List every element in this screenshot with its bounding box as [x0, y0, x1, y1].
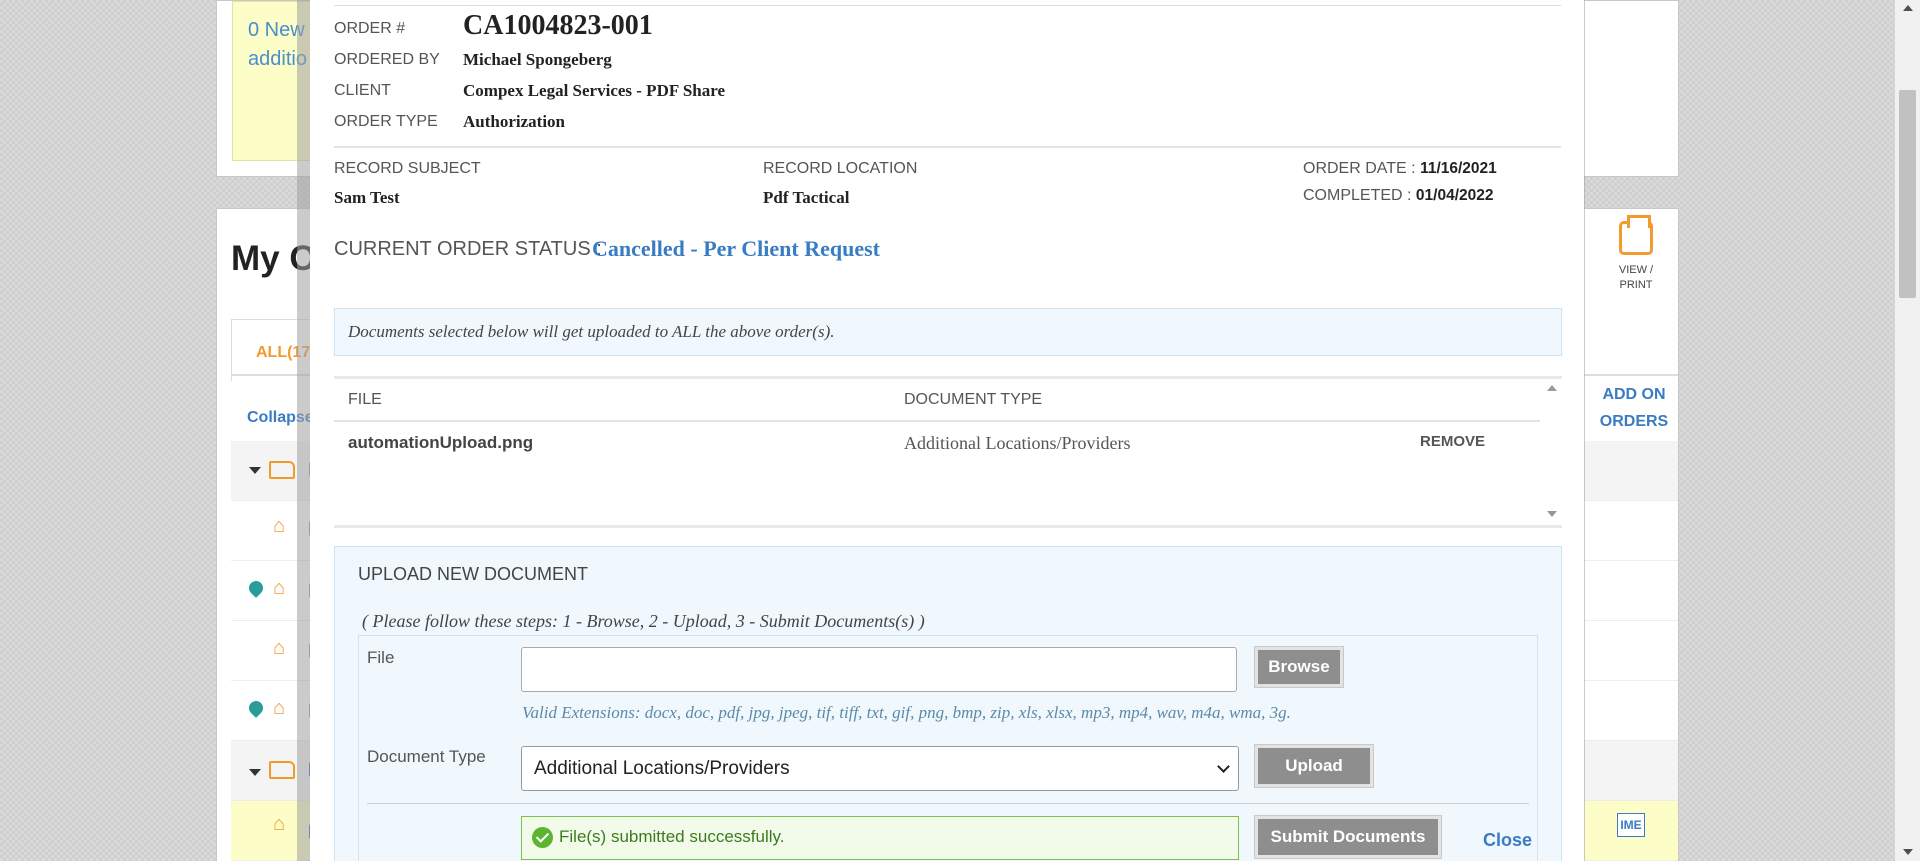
printer-icon — [1619, 215, 1653, 255]
scroll-down-icon[interactable] — [1903, 849, 1913, 855]
house-icon: ⌂ — [273, 697, 286, 719]
completed-label: COMPLETED — [1303, 187, 1403, 204]
view-print-label: VIEW / PRINT — [1613, 263, 1659, 293]
success-message: File(s) submitted successfully. — [521, 816, 1239, 860]
form-divider — [367, 803, 1529, 804]
order-date-row: ORDER DATE : 11/16/2021 — [1303, 160, 1497, 178]
client-value: Compex Legal Services - PDF Share — [463, 81, 726, 100]
submit-documents-button[interactable]: Submit Documents — [1254, 815, 1442, 859]
add-on-orders-link[interactable]: ADD ON ORDERS — [1589, 381, 1679, 435]
date-colon: : — [1407, 187, 1416, 204]
document-type-selected: Additional Locations/Providers — [534, 758, 790, 779]
record-location-value: Pdf Tactical — [763, 188, 850, 207]
ime-badge[interactable]: IME — [1617, 813, 1645, 837]
upload-steps-hint: ( Please follow these steps: 1 - Browse,… — [362, 611, 925, 631]
house-icon: ⌂ — [273, 637, 286, 659]
completed-date-row: COMPLETED : 01/04/2022 — [1303, 187, 1494, 205]
order-date-value: 11/16/2021 — [1420, 160, 1497, 177]
date-colon: : — [1411, 160, 1421, 177]
view-print-label-2: PRINT — [1619, 279, 1653, 291]
order-detail-modal: ORDER # CA1004823-001 ORDERED BY Michael… — [310, 0, 1584, 861]
chevron-down-icon — [1217, 760, 1230, 773]
upload-button[interactable]: Upload — [1254, 744, 1374, 788]
column-header-file: FILE — [348, 391, 382, 408]
current-order-status-label: CURRENT ORDER STATUS : — [334, 238, 602, 260]
ordered-by-value: Michael Spongeberg — [463, 50, 612, 69]
add-on-label-2: ORDERS — [1599, 413, 1669, 430]
order-date-label: ORDER DATE — [1303, 160, 1407, 177]
expand-arrow-icon[interactable] — [249, 769, 261, 776]
order-number-label: ORDER # — [334, 20, 406, 37]
house-icon: ⌂ — [273, 577, 286, 599]
scroll-down-icon[interactable] — [1547, 511, 1557, 517]
success-message-text: File(s) submitted successfully. — [559, 827, 785, 846]
order-type-value: Authorization — [463, 112, 565, 131]
scroll-up-icon[interactable] — [1903, 5, 1913, 11]
document-type-select[interactable]: Additional Locations/Providers — [521, 746, 1239, 791]
documents-table-header: FILE DOCUMENT TYPE — [334, 379, 1540, 422]
house-icon: ⌂ — [273, 813, 286, 835]
completed-date-value: 01/04/2022 — [1415, 187, 1494, 204]
current-order-status-value: Cancelled - Per Client Request — [592, 236, 880, 261]
record-location-label: RECORD LOCATION — [763, 160, 918, 177]
file-name-cell: automationUpload.png — [348, 433, 534, 452]
upload-info-message: Documents selected below will get upload… — [334, 308, 1562, 356]
ordered-by-label: ORDERED BY — [334, 51, 440, 68]
house-icon: ⌂ — [273, 515, 286, 537]
upload-form: File Browse Valid Extensions: docx, doc,… — [358, 635, 1538, 861]
map-pin-icon — [246, 698, 266, 718]
expand-arrow-icon[interactable] — [249, 467, 261, 474]
view-print-label-1: VIEW / — [1618, 264, 1654, 276]
documents-table: FILE DOCUMENT TYPE automationUpload.png … — [334, 376, 1562, 528]
modal-top-divider — [334, 5, 1561, 6]
order-number-value: CA1004823-001 — [463, 10, 653, 41]
remove-button[interactable]: REMOVE — [1420, 433, 1485, 450]
upload-panel-title: UPLOAD NEW DOCUMENT — [358, 564, 589, 584]
page-scrollbar[interactable] — [1895, 0, 1920, 861]
section-divider — [334, 146, 1561, 148]
document-type-label: Document Type — [367, 747, 486, 766]
file-label: File — [367, 648, 395, 667]
valid-extensions-hint: Valid Extensions: docx, doc, pdf, jpg, j… — [522, 703, 1291, 722]
map-pin-icon — [246, 578, 266, 598]
add-on-label-1: ADD ON — [1602, 386, 1666, 403]
scroll-up-icon[interactable] — [1547, 385, 1557, 391]
documents-table-scrollbar[interactable] — [1542, 379, 1562, 525]
column-header-document-type: DOCUMENT TYPE — [904, 391, 1043, 408]
scrollbar-thumb[interactable] — [1899, 90, 1916, 298]
browse-button[interactable]: Browse — [1254, 646, 1344, 688]
document-type-cell: Additional Locations/Providers — [904, 433, 1131, 453]
success-check-icon — [532, 827, 553, 848]
client-label: CLIENT — [334, 82, 391, 99]
folder-icon — [269, 761, 295, 779]
close-button[interactable]: Close — [1483, 830, 1532, 851]
record-subject-label: RECORD SUBJECT — [334, 160, 481, 177]
file-input[interactable] — [521, 647, 1237, 692]
folder-icon — [269, 461, 295, 479]
record-subject-value: Sam Test — [334, 188, 400, 207]
order-type-label: ORDER TYPE — [334, 113, 438, 130]
view-print-button[interactable]: VIEW / PRINT — [1613, 215, 1659, 293]
upload-new-document-panel: UPLOAD NEW DOCUMENT ( Please follow thes… — [334, 546, 1562, 861]
